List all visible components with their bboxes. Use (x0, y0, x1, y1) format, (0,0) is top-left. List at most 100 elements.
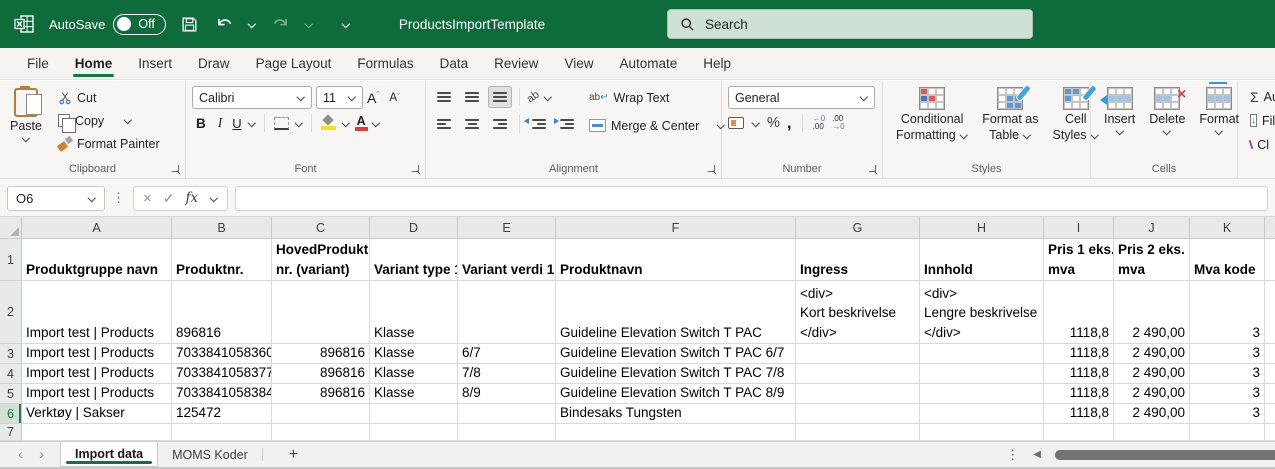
ribbon-tab-automate[interactable]: Automate (606, 48, 690, 79)
column-header-A[interactable]: A (22, 217, 172, 239)
align-right-button[interactable] (488, 113, 512, 135)
cell-K2[interactable]: 3 (1190, 281, 1265, 344)
cell-C4[interactable]: 896816 (272, 364, 370, 384)
cell-A1[interactable]: Produktgruppe navn (22, 239, 172, 281)
cell-F6[interactable]: Bindesaks Tungsten (556, 404, 796, 424)
cell-H1[interactable]: Innhold (920, 239, 1044, 281)
cell-H5[interactable] (920, 384, 1044, 404)
fx-chevron-icon[interactable] (209, 195, 218, 202)
cell-B1[interactable]: Produktnr. (172, 239, 272, 281)
fill-color-chevron-icon[interactable] (342, 120, 351, 127)
cell-C2[interactable] (272, 281, 370, 344)
number-format-select[interactable]: General (728, 86, 875, 109)
italic-button[interactable]: I (214, 115, 227, 131)
next-sheet-icon[interactable]: › (39, 446, 44, 463)
insert-function-icon[interactable]: fx (186, 190, 199, 206)
sheet-tab-import-data[interactable]: Import data (60, 442, 158, 467)
cell-D2[interactable]: Klasse (370, 281, 458, 344)
select-all-corner[interactable] (0, 217, 22, 239)
cell-I3[interactable]: 1118,8 (1044, 344, 1114, 364)
cell-I6[interactable]: 1118,8 (1044, 404, 1114, 424)
cell-E6[interactable] (458, 404, 556, 424)
format-painter-button[interactable]: Format Painter (58, 132, 160, 155)
cell-E1[interactable]: Variant verdi 1 (458, 239, 556, 281)
cell-J5[interactable]: 2 490,00 (1114, 384, 1190, 404)
row-header-2[interactable]: 2 (0, 281, 22, 344)
cell-D6[interactable] (370, 404, 458, 424)
cell-K6[interactable]: 3 (1190, 404, 1265, 424)
align-center-button[interactable] (460, 113, 484, 135)
cell-A5[interactable]: Import test | Products (22, 384, 172, 404)
cell-F2[interactable]: Guideline Elevation Switch T PAC (556, 281, 796, 344)
cell-G2[interactable]: <div> Kort beskrivelse </div> (796, 281, 920, 344)
cell-H4[interactable] (920, 364, 1044, 384)
borders-chevron-icon[interactable] (295, 120, 304, 127)
undo-dropdown-chevron-icon[interactable] (248, 21, 257, 28)
tab-scrollbar-splitter-icon[interactable]: ⋮ (1006, 447, 1019, 463)
number-dialog-launcher-icon[interactable] (869, 165, 878, 174)
cell-G5[interactable] (796, 384, 920, 404)
column-header-F[interactable]: F (556, 217, 796, 239)
cell-B7[interactable] (172, 424, 272, 441)
clear-button[interactable]: Cl (1250, 134, 1269, 155)
paste-chevron-icon[interactable] (21, 135, 30, 142)
ribbon-tab-home[interactable]: Home (62, 48, 126, 79)
cell-E3[interactable]: 6/7 (458, 344, 556, 364)
cell-E5[interactable]: 8/9 (458, 384, 556, 404)
accounting-format-icon[interactable] (728, 117, 744, 129)
cell-E4[interactable]: 7/8 (458, 364, 556, 384)
decrease-font-size-button[interactable]: Aˇ (389, 92, 400, 104)
ribbon-tab-insert[interactable]: Insert (125, 48, 185, 79)
font-size-select[interactable]: 11 (316, 86, 363, 109)
format-chevron-icon[interactable] (1215, 128, 1224, 135)
cell-L7[interactable] (1265, 424, 1275, 441)
decrease-decimal-button[interactable]: .00→0 (832, 115, 844, 131)
ribbon-tab-draw[interactable]: Draw (185, 48, 243, 79)
autosum-button[interactable]: Σ Au (1250, 86, 1269, 107)
cell-H6[interactable] (920, 404, 1044, 424)
cell-K1[interactable]: Mva kode (1190, 239, 1265, 281)
cell-K7[interactable] (1190, 424, 1265, 441)
row-header-1[interactable]: 1 (0, 239, 22, 281)
cell-B4[interactable]: 7033841058377 (172, 364, 272, 384)
cell-L6[interactable] (1265, 404, 1275, 424)
column-header-L[interactable]: L (1265, 217, 1275, 239)
comma-style-button[interactable]: , (787, 118, 792, 128)
cell-C3[interactable]: 896816 (272, 344, 370, 364)
row-header-4[interactable]: 4 (0, 364, 22, 384)
increase-decimal-button[interactable]: ←0.00 (813, 115, 825, 131)
align-left-button[interactable] (432, 113, 456, 135)
cell-H2[interactable]: <div> Lengre beskrivelse </div> (920, 281, 1044, 344)
cell-L1[interactable] (1265, 239, 1275, 281)
cell-I4[interactable]: 1118,8 (1044, 364, 1114, 384)
percent-style-button[interactable]: % (767, 115, 780, 131)
ribbon-tab-formulas[interactable]: Formulas (344, 48, 426, 79)
cell-D5[interactable]: Klasse (370, 384, 458, 404)
clipboard-dialog-launcher-icon[interactable] (172, 165, 181, 174)
column-header-D[interactable]: D (370, 217, 458, 239)
undo-icon[interactable] (214, 14, 234, 34)
column-header-E[interactable]: E (458, 217, 556, 239)
ribbon-tab-page-layout[interactable]: Page Layout (243, 48, 345, 79)
autosave-toggle[interactable]: Off (113, 14, 165, 35)
cell-A3[interactable]: Import test | Products (22, 344, 172, 364)
insert-cells-button[interactable]: Insert (1097, 86, 1142, 160)
cell-C6[interactable] (272, 404, 370, 424)
font-color-chevron-icon[interactable] (372, 120, 381, 127)
add-sheet-button[interactable]: + (263, 442, 324, 467)
format-as-table-button[interactable]: Format as Table (975, 86, 1045, 160)
font-color-icon[interactable]: A (355, 115, 368, 131)
column-header-J[interactable]: J (1114, 217, 1190, 239)
cell-F5[interactable]: Guideline Elevation Switch T PAC 8/9 (556, 384, 796, 404)
cell-A7[interactable] (22, 424, 172, 441)
increase-font-size-button[interactable]: Aˆ (367, 90, 379, 106)
scroll-left-icon[interactable]: ◀ (1033, 449, 1041, 460)
cell-F7[interactable] (556, 424, 796, 441)
bold-button[interactable]: B (192, 116, 210, 131)
cell-C5[interactable]: 896816 (272, 384, 370, 404)
search-input[interactable]: Search (667, 9, 1033, 39)
cell-I2[interactable]: 1118,8 (1044, 281, 1114, 344)
underline-button[interactable]: U (230, 116, 243, 131)
cell-F3[interactable]: Guideline Elevation Switch T PAC 6/7 (556, 344, 796, 364)
cell-B3[interactable]: 7033841058360 (172, 344, 272, 364)
